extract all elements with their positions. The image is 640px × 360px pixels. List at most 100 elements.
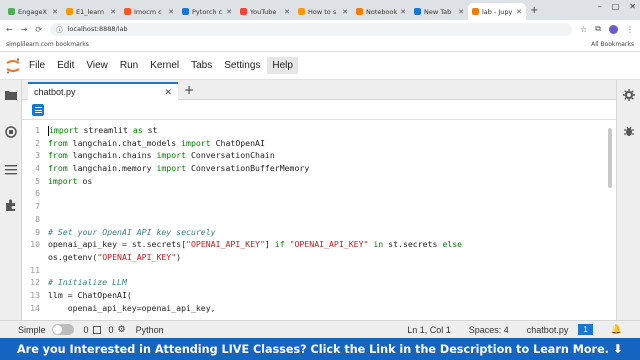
- bookmark-star-icon[interactable]: ☆: [580, 25, 587, 34]
- settings-status-icon[interactable]: ⚙: [118, 324, 126, 335]
- code-line[interactable]: 2 from langchain.chat_models import ChatO…: [35, 137, 603, 150]
- bookmarks-bar: simplilearn.com bookmarks All Bookmarks: [0, 38, 640, 52]
- tab-chatbot-py[interactable]: chatbot.py ✕: [28, 82, 178, 100]
- browser-tab[interactable]: Pytorch c ✕: [178, 3, 236, 20]
- menu-edit[interactable]: Edit: [52, 57, 79, 74]
- browser-tab[interactable]: How to s ✕: [294, 3, 352, 20]
- browser-tab-strip: EngageX ✕ E1_learn ✕ Imocm c ✕ Pytorch c ✕ YouTu…: [0, 0, 640, 20]
- address-text: localhost:8888/lab: [67, 25, 128, 33]
- browser-tab-label: Notebook: [366, 7, 398, 16]
- favicon-icon: [240, 8, 247, 15]
- browser-tab[interactable]: Imocm c ✕: [120, 3, 178, 20]
- add-tab-button[interactable]: +: [184, 83, 194, 97]
- banner-text: Are you Interested in Attending LIVE Cla…: [17, 342, 609, 356]
- close-tab-icon[interactable]: ✕: [168, 8, 174, 16]
- favicon-icon: [182, 8, 189, 15]
- language-label[interactable]: Python: [136, 325, 164, 335]
- code-token: "OPENAI_API_KEY": [97, 251, 177, 262]
- bookmark-item[interactable]: simplilearn.com bookmarks: [6, 41, 89, 48]
- code-token: openai_api_key=openai_api_key,: [48, 302, 216, 313]
- property-inspector-icon[interactable]: [622, 88, 636, 102]
- close-tab-icon[interactable]: ✕: [516, 8, 522, 16]
- menu-help[interactable]: Help: [267, 57, 298, 74]
- code-line[interactable]: 4 from langchain.memory import Conversati…: [35, 162, 603, 175]
- browser-tab[interactable]: YouTube ✕: [236, 3, 294, 20]
- browser-tab[interactable]: lab - Jupy ✕: [468, 3, 526, 20]
- code-line[interactable]: 1 import streamlit as st: [35, 124, 603, 137]
- new-tab-button[interactable]: +: [526, 3, 542, 20]
- close-tab-icon[interactable]: ✕: [400, 8, 406, 16]
- address-bar[interactable]: ⓘ localhost:8888/lab: [50, 22, 573, 36]
- code-token: os.getenv(: [48, 251, 98, 262]
- promo-banner[interactable]: Are you Interested in Attending LIVE Cla…: [0, 338, 640, 360]
- code-token: else: [442, 239, 463, 250]
- reload-icon[interactable]: ⟳: [35, 25, 42, 34]
- code-line[interactable]: 14 openai_api_key=openai_api_key,: [30, 302, 603, 315]
- close-tab-icon[interactable]: ✕: [226, 8, 232, 16]
- close-tab-icon[interactable]: ✕: [284, 8, 290, 16]
- site-info-icon[interactable]: ⓘ: [56, 24, 63, 34]
- code-token: os: [77, 175, 93, 186]
- forward-icon[interactable]: →: [21, 25, 28, 34]
- back-icon[interactable]: ←: [6, 25, 13, 34]
- line-number: 4: [35, 163, 40, 174]
- menu-file[interactable]: File: [24, 57, 50, 74]
- editor-scrollbar[interactable]: [608, 128, 612, 188]
- code-editor[interactable]: 1 import streamlit as st 2 from langchain.c…: [22, 120, 616, 320]
- maximize-icon[interactable]: □: [612, 2, 620, 11]
- table-of-contents-icon[interactable]: [4, 162, 18, 176]
- browser-tab-label: EngageX: [18, 7, 47, 16]
- left-sidebar: [0, 80, 22, 320]
- browser-tab-label: YouTube: [250, 7, 277, 16]
- code-line[interactable]: 6: [35, 187, 603, 200]
- code-line[interactable]: os.getenv("OPENAI_API_KEY"): [48, 251, 603, 264]
- close-window-icon[interactable]: ✕: [629, 2, 636, 11]
- notification-bell-icon[interactable]: 🔔: [611, 324, 622, 335]
- browser-tab[interactable]: Notebook ✕: [352, 3, 410, 20]
- folder-icon[interactable]: [4, 88, 18, 102]
- code-token: ): [176, 251, 182, 262]
- minimize-icon[interactable]: –: [598, 2, 602, 11]
- menu-run[interactable]: Run: [115, 57, 143, 74]
- menu-settings[interactable]: Settings: [219, 57, 265, 74]
- code-line[interactable]: 7: [35, 200, 603, 213]
- line-number: 2: [35, 137, 40, 148]
- code-token: from: [48, 163, 68, 174]
- browser-tab[interactable]: E1_learn ✕: [62, 3, 120, 20]
- running-icon[interactable]: [4, 125, 18, 139]
- code-token: ConversationBufferMemory: [186, 163, 310, 174]
- close-tab-icon[interactable]: ✕: [110, 8, 116, 16]
- profile-avatar[interactable]: [609, 24, 618, 34]
- simple-mode-toggle[interactable]: [51, 324, 74, 335]
- code-line[interactable]: 8: [35, 213, 603, 226]
- hamburger-menu-icon[interactable]: [32, 104, 44, 116]
- close-tab-icon[interactable]: ✕: [52, 8, 58, 16]
- notification-badge[interactable]: 1: [578, 324, 593, 335]
- browser-tab[interactable]: New Tab ✕: [410, 3, 468, 20]
- browser-tab[interactable]: EngageX ✕: [4, 3, 62, 20]
- code-token: ConversationChain: [186, 150, 275, 161]
- menu-kernel[interactable]: Kernel: [145, 57, 184, 74]
- debugger-icon[interactable]: [622, 124, 636, 138]
- code-area[interactable]: 1 import streamlit as st 2 from langchain.c…: [30, 124, 603, 315]
- menu-view[interactable]: View: [81, 57, 113, 74]
- code-line[interactable]: 9 # Set your OpenAI API key securely: [35, 226, 603, 239]
- code-line[interactable]: 5 import os: [35, 175, 603, 188]
- menu-tabs[interactable]: Tabs: [186, 57, 217, 74]
- terminal-icon[interactable]: [92, 325, 101, 334]
- close-tab-icon[interactable]: ✕: [458, 8, 464, 16]
- browser-menu-icon[interactable]: ⋮: [626, 25, 634, 34]
- jupyter-logo-icon: [2, 56, 24, 76]
- cursor-position[interactable]: Ln 1, Col 1: [407, 325, 451, 335]
- extensions-icon[interactable]: ⧉: [595, 24, 601, 34]
- code-line[interactable]: 12 # Initialize LLM: [30, 276, 603, 289]
- close-tab-icon[interactable]: ✕: [164, 87, 172, 98]
- code-line[interactable]: 3 from langchain.chains import Conversati…: [35, 149, 603, 162]
- code-line[interactable]: 13 llm = ChatOpenAI(: [30, 289, 603, 302]
- all-bookmarks[interactable]: All Bookmarks: [591, 41, 634, 48]
- indentation[interactable]: Spaces: 4: [469, 325, 509, 335]
- code-line[interactable]: 11: [30, 264, 603, 277]
- extension-manager-icon[interactable]: [4, 198, 18, 212]
- code-line[interactable]: 10 openai_api_key = st.secrets["OPENAI_AP…: [30, 238, 603, 251]
- close-tab-icon[interactable]: ✕: [342, 8, 348, 16]
